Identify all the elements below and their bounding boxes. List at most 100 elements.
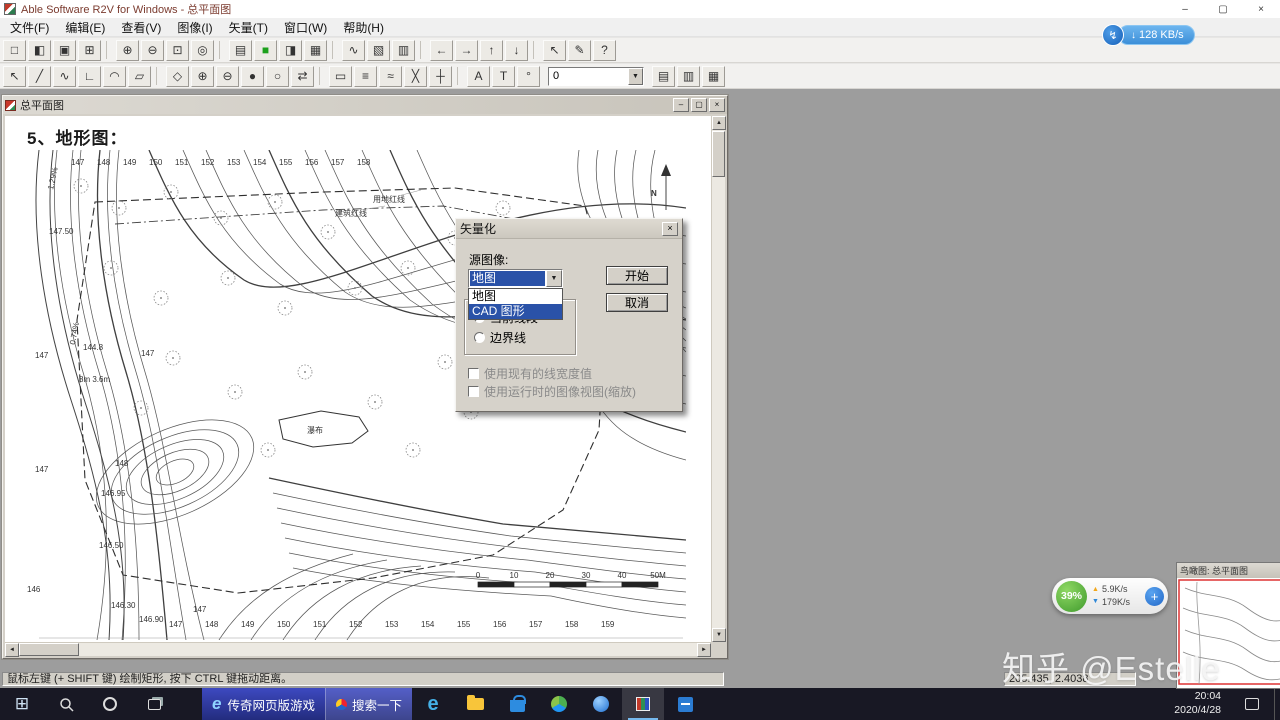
dropdown-item-cad[interactable]: CAD 图形: [469, 304, 562, 319]
text-tool-button[interactable]: A: [467, 65, 490, 87]
menu-item-6[interactable]: 窗口(W): [276, 18, 335, 37]
menu-item-2[interactable]: 编辑(E): [57, 18, 113, 37]
scroll-track[interactable]: [79, 643, 697, 656]
chart-button[interactable]: ▧: [367, 39, 390, 61]
grid-button[interactable]: ▦: [304, 39, 327, 61]
print-button[interactable]: ⊞: [78, 39, 101, 61]
start-button[interactable]: ⊞: [0, 688, 44, 720]
scroll-down-button[interactable]: ▼: [712, 628, 726, 642]
game-link[interactable]: e 传奇网页版游戏: [202, 688, 325, 720]
expand-plus-button[interactable]: +: [1145, 586, 1164, 606]
snap-grid-button[interactable]: ┼: [429, 65, 452, 87]
cancel-button[interactable]: 取消: [606, 293, 668, 312]
node-edit-button[interactable]: ◇: [166, 65, 189, 87]
window-maximize-button[interactable]: ▢: [1204, 0, 1242, 18]
combobox-dropdown-button[interactable]: ▼: [546, 270, 562, 287]
pan-right-button[interactable]: →: [455, 39, 478, 61]
doc-maximize-button[interactable]: ▢: [691, 98, 707, 112]
taskbar-app-doc[interactable]: [664, 688, 706, 720]
start-button[interactable]: 开始: [606, 266, 668, 285]
horizontal-scroll-thumb[interactable]: [19, 643, 79, 656]
zoom-fit-button[interactable]: ⊡: [166, 39, 189, 61]
menu-item-4[interactable]: 图像(I): [169, 18, 220, 37]
menu-item-3[interactable]: 查看(V): [113, 18, 169, 37]
blinds-view-button[interactable]: ▦: [702, 65, 725, 87]
draw-curve-button[interactable]: ∿: [53, 65, 76, 87]
dialog-titlebar[interactable]: 矢量化 ×: [456, 219, 682, 239]
quick-search-button[interactable]: 搜索一下: [324, 688, 412, 720]
vertical-scroll-thumb[interactable]: [712, 131, 725, 177]
image-convert-button[interactable]: ◨: [279, 39, 302, 61]
checkbox-runtime-view[interactable]: 使用运行时的图像视图(缩放): [468, 383, 636, 400]
symbol-tool-button[interactable]: °: [517, 65, 540, 87]
new-file-button[interactable]: □: [3, 39, 26, 61]
context-help-button[interactable]: ?: [593, 39, 616, 61]
menu-item-5[interactable]: 矢量(T): [221, 18, 276, 37]
id-combobox[interactable]: 0 ▼: [548, 66, 644, 86]
scroll-right-button[interactable]: ►: [697, 643, 711, 657]
pan-up-button[interactable]: ↑: [480, 39, 503, 61]
draw-polygon-button[interactable]: ▱: [128, 65, 151, 87]
erase-cross-button[interactable]: ╳: [404, 65, 427, 87]
attribute-list-button[interactable]: ▥: [677, 65, 700, 87]
open-file-button[interactable]: ◧: [28, 39, 51, 61]
pick-arrow-button[interactable]: ↖: [543, 39, 566, 61]
checkbox-line-width[interactable]: 使用现有的线宽度值: [468, 365, 592, 382]
source-image-combobox[interactable]: 地图 ▼: [468, 269, 563, 288]
taskbar-edge[interactable]: e: [412, 688, 454, 720]
show-desktop-button[interactable]: [1274, 688, 1280, 720]
vertex-point-button[interactable]: ●: [241, 65, 264, 87]
menu-item-7[interactable]: 帮助(H): [335, 18, 392, 37]
pan-left-button[interactable]: ←: [430, 39, 453, 61]
taskbar-clock[interactable]: 20:04 2020/4/28: [1165, 690, 1230, 717]
scroll-left-button[interactable]: ◄: [5, 643, 19, 657]
taskbar-store[interactable]: [496, 688, 538, 720]
dropdown-item-map[interactable]: 地图: [469, 289, 562, 304]
horizontal-scrollbar[interactable]: ◄ ►: [5, 642, 711, 657]
taskbar-file-explorer[interactable]: [454, 688, 496, 720]
image-tools-button[interactable]: ▤: [229, 39, 252, 61]
window-minimize-button[interactable]: –: [1166, 0, 1204, 18]
taskbar-search-button[interactable]: [44, 688, 88, 720]
draw-polyline-button[interactable]: ∟: [78, 65, 101, 87]
taskbar-r2v-active[interactable]: [622, 688, 664, 720]
save-file-button[interactable]: ▣: [53, 39, 76, 61]
document-titlebar[interactable]: 总平面图 – ▢ ×: [3, 96, 727, 114]
action-center-button[interactable]: [1230, 688, 1274, 720]
label-tool-button[interactable]: T: [492, 65, 515, 87]
scroll-up-button[interactable]: ▲: [712, 116, 726, 130]
point-marker-button[interactable]: ○: [266, 65, 289, 87]
node-remove-button[interactable]: ⊖: [216, 65, 239, 87]
doc-close-button[interactable]: ×: [709, 98, 725, 112]
layers-button[interactable]: ≡: [354, 65, 377, 87]
image-mode-button[interactable]: ■: [254, 39, 277, 61]
vector-list-button[interactable]: ▤: [652, 65, 675, 87]
profile-wave-button[interactable]: ∿: [342, 39, 365, 61]
menu-item-1[interactable]: 文件(F): [2, 18, 57, 37]
pan-down-button[interactable]: ↓: [505, 39, 528, 61]
dialog-close-button[interactable]: ×: [662, 221, 678, 236]
window-titlebar[interactable]: Able Software R2V for Windows - 总平面图 – ▢…: [0, 0, 1280, 18]
task-view-button[interactable]: [132, 688, 176, 720]
vertical-scrollbar[interactable]: ▲ ▼: [711, 116, 726, 642]
taskbar-app-blue[interactable]: [580, 688, 622, 720]
zoom-actual-button[interactable]: ◎: [191, 39, 214, 61]
memory-percent-ball[interactable]: 39%: [1056, 580, 1087, 612]
taskbar-browser[interactable]: [538, 688, 580, 720]
radio-boundary-line[interactable]: 边界线: [474, 329, 526, 346]
zoom-out-button[interactable]: ⊖: [141, 39, 164, 61]
speed-ball-widget[interactable]: 39% ▲ 5.9K/s ▼ 179K/s +: [1052, 578, 1168, 614]
doc-minimize-button[interactable]: –: [673, 98, 689, 112]
id-combobox-arrow-button[interactable]: ▼: [628, 67, 643, 85]
network-speed-widget[interactable]: ↯ ↓ 128 KB/s: [1102, 24, 1195, 46]
window-close-button[interactable]: ×: [1242, 0, 1280, 18]
smooth-lines-button[interactable]: ≈: [379, 65, 402, 87]
node-add-button[interactable]: ⊕: [191, 65, 214, 87]
zoom-in-button[interactable]: ⊕: [116, 39, 139, 61]
draw-line-button[interactable]: ╱: [28, 65, 51, 87]
draw-arc-button[interactable]: ◠: [103, 65, 126, 87]
cortana-button[interactable]: [88, 688, 132, 720]
histogram-button[interactable]: ▥: [392, 39, 415, 61]
reverse-direction-button[interactable]: ⇄: [291, 65, 314, 87]
annotate-button[interactable]: ✎: [568, 39, 591, 61]
